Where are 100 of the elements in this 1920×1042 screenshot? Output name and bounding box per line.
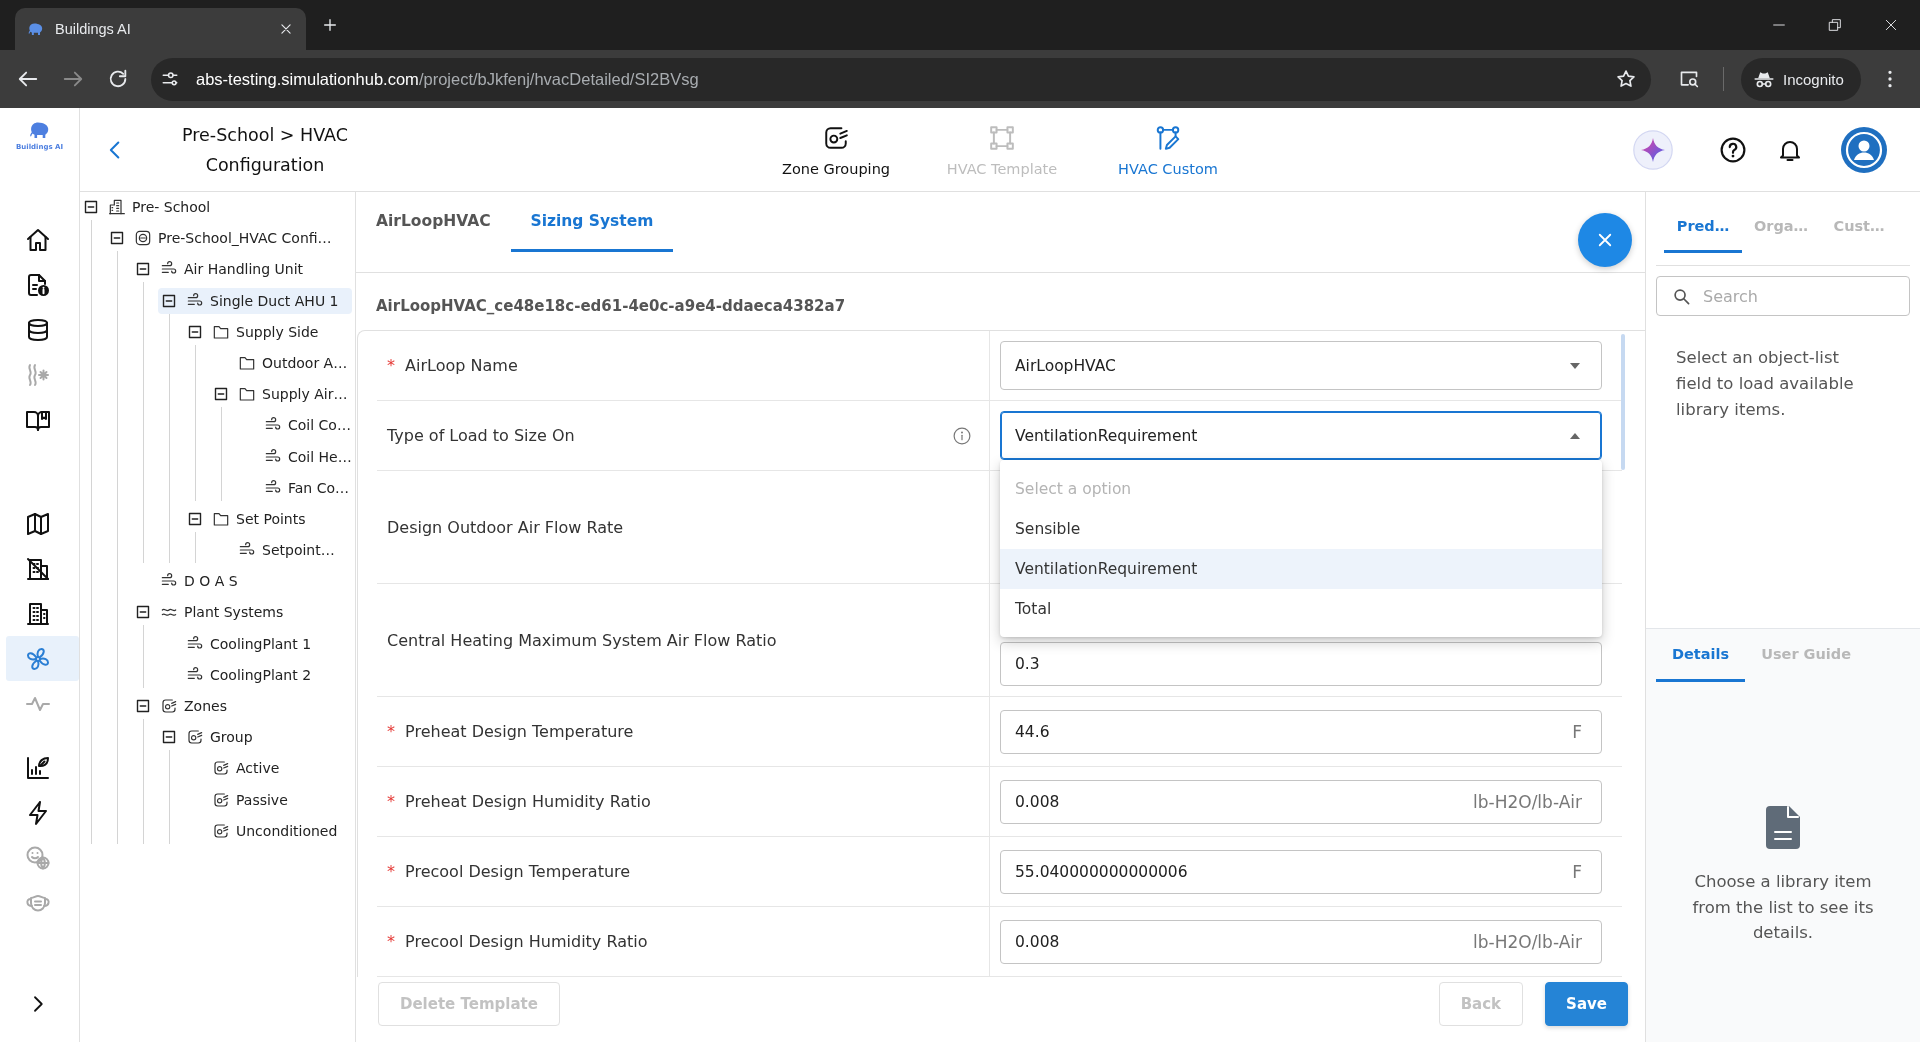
folder-icon [213, 510, 229, 527]
required-marker: * [387, 356, 395, 375]
tab[interactable]: AirLoopHVAC [356, 192, 511, 252]
tree-item[interactable]: Set Points [184, 505, 352, 532]
header-tab[interactable]: HVAC Custom [1093, 108, 1243, 191]
field-label: Preheat Design Humidity Ratio [405, 792, 651, 811]
tree-item[interactable]: Active [184, 755, 352, 782]
tree-item[interactable]: Setpoint… [210, 537, 352, 564]
search-icon [1673, 287, 1690, 305]
empty-state-text: Choose a library item from the list to see its details. [1691, 871, 1875, 944]
waves-snowflake-icon [26, 362, 50, 387]
collapse-icon[interactable] [188, 511, 202, 526]
close-icon [1596, 231, 1614, 249]
collapse-icon[interactable] [136, 699, 150, 713]
close-button[interactable] [1578, 213, 1632, 267]
field-label: AirLoop Name [405, 356, 518, 375]
tree-item[interactable]: Group [158, 724, 352, 751]
page-title: Pre-School > HVAC Configuration [181, 123, 349, 177]
unit-label: F [1572, 860, 1582, 884]
tree-item[interactable]: Supply Air… [210, 381, 352, 408]
database-icon [26, 317, 50, 342]
select-field[interactable]: AirLoopHVAC [1000, 341, 1602, 390]
fan-icon [26, 646, 50, 671]
tree-item[interactable]: Air Handling Unit [132, 256, 352, 283]
collapse-icon[interactable] [162, 293, 176, 308]
wind-icon [187, 292, 203, 309]
tree-item[interactable]: Coil Co… [236, 412, 352, 439]
tree-item[interactable]: CoolingPlant 2 [158, 661, 352, 688]
document-icon [1766, 806, 1800, 849]
address-bar[interactable]: abs-testing.simulationhub.com/project/bJkfenj/hvacDetailed/SI2BVsg [151, 57, 1651, 101]
sparkle-logo-icon[interactable] [1633, 129, 1673, 170]
chart-leaf-icon [26, 755, 50, 780]
tree-item[interactable]: D O A S [132, 568, 352, 595]
required-marker: * [387, 792, 395, 811]
dropdown-option[interactable]: Sensible [1000, 509, 1602, 549]
tree-item[interactable]: Fan Co… [236, 474, 352, 501]
sliders-icon[interactable] [161, 70, 179, 88]
disc-box-icon [187, 729, 203, 746]
field-label: Precool Design Humidity Ratio [405, 932, 648, 951]
input-field[interactable]: 0.3 [1000, 642, 1602, 686]
avatar-icon[interactable] [1841, 126, 1887, 173]
field-label: Preheat Design Temperature [405, 722, 634, 741]
dropdown-option[interactable]: Total [1000, 589, 1602, 629]
star-icon[interactable] [1616, 69, 1636, 89]
screen-search-icon[interactable] [1679, 69, 1699, 89]
collapse-icon[interactable] [162, 730, 176, 745]
tree-item[interactable]: Coil He… [236, 443, 352, 470]
close-icon[interactable] [279, 22, 293, 36]
hat-glasses-icon [1754, 69, 1774, 89]
save-button[interactable]: Save [1545, 982, 1628, 1026]
reload-icon[interactable] [107, 68, 129, 90]
tree-item[interactable]: Passive [184, 786, 352, 813]
field-label: Precool Design Temperature [405, 862, 631, 881]
document-info-icon [26, 272, 50, 297]
building-slash-icon [26, 556, 50, 581]
search-field[interactable]: Search [1656, 276, 1910, 316]
dropdown-option[interactable]: VentilationRequirement [1000, 549, 1602, 589]
plus-icon[interactable] [322, 17, 338, 33]
profile-button[interactable]: Incognito [1741, 57, 1861, 101]
target-box-icon [135, 230, 151, 247]
wind-icon [265, 479, 281, 496]
scrollbar[interactable] [1621, 334, 1625, 470]
browser-tab[interactable]: Buildings AI [15, 8, 306, 50]
tree-item[interactable]: Zones [132, 693, 352, 719]
tab[interactable]: Sizing System [510, 192, 674, 252]
map-icon [26, 511, 50, 536]
tree-item[interactable]: CoolingPlant 1 [158, 630, 352, 657]
tree-item[interactable]: Supply Side [184, 318, 352, 345]
unit-label: lb-H2O/lb-Air [1473, 930, 1582, 954]
collapse-icon[interactable] [110, 231, 124, 246]
collapse-icon[interactable] [214, 387, 228, 402]
tab[interactable]: Details [1656, 629, 1746, 682]
tree-item[interactable]: Pre-School_HVAC Confi… [106, 225, 352, 252]
required-marker: * [387, 722, 395, 741]
elephant-icon [27, 20, 45, 38]
tree-item[interactable]: Unconditioned [184, 817, 352, 844]
folder-icon [213, 323, 229, 340]
header-tab[interactable]: Zone Grouping [761, 108, 911, 191]
collapse-icon[interactable] [188, 324, 202, 339]
help-icon[interactable] [1720, 136, 1746, 163]
disc-box-icon [823, 125, 849, 151]
close-icon[interactable] [1883, 17, 1899, 33]
collapse-icon[interactable] [136, 262, 150, 277]
disc-box-icon [161, 698, 177, 714]
smiley-globe-icon [26, 845, 50, 870]
wind-icon [187, 666, 203, 683]
tree-item[interactable]: Outdoor A… [210, 349, 352, 376]
tree-item[interactable]: Pre- School [80, 194, 352, 220]
restore-icon[interactable] [1827, 17, 1843, 33]
tree-item[interactable]: Single Duct AHU 1 [158, 287, 352, 314]
select-field[interactable]: VentilationRequirement [1000, 411, 1602, 460]
tree-item[interactable]: Plant Systems [132, 599, 352, 626]
collapse-icon[interactable] [84, 200, 98, 214]
object-name: AirLoopHVAC_ce48e18c-ed61-4e0c-a9e4-ddaeca4382a7 [375, 296, 847, 317]
required-marker: * [387, 862, 395, 881]
info-icon[interactable] [953, 426, 971, 445]
disc-box-icon [213, 822, 229, 839]
tab[interactable]: Pred… [1664, 202, 1742, 253]
folder-icon [239, 386, 255, 403]
collapse-icon[interactable] [136, 605, 150, 620]
